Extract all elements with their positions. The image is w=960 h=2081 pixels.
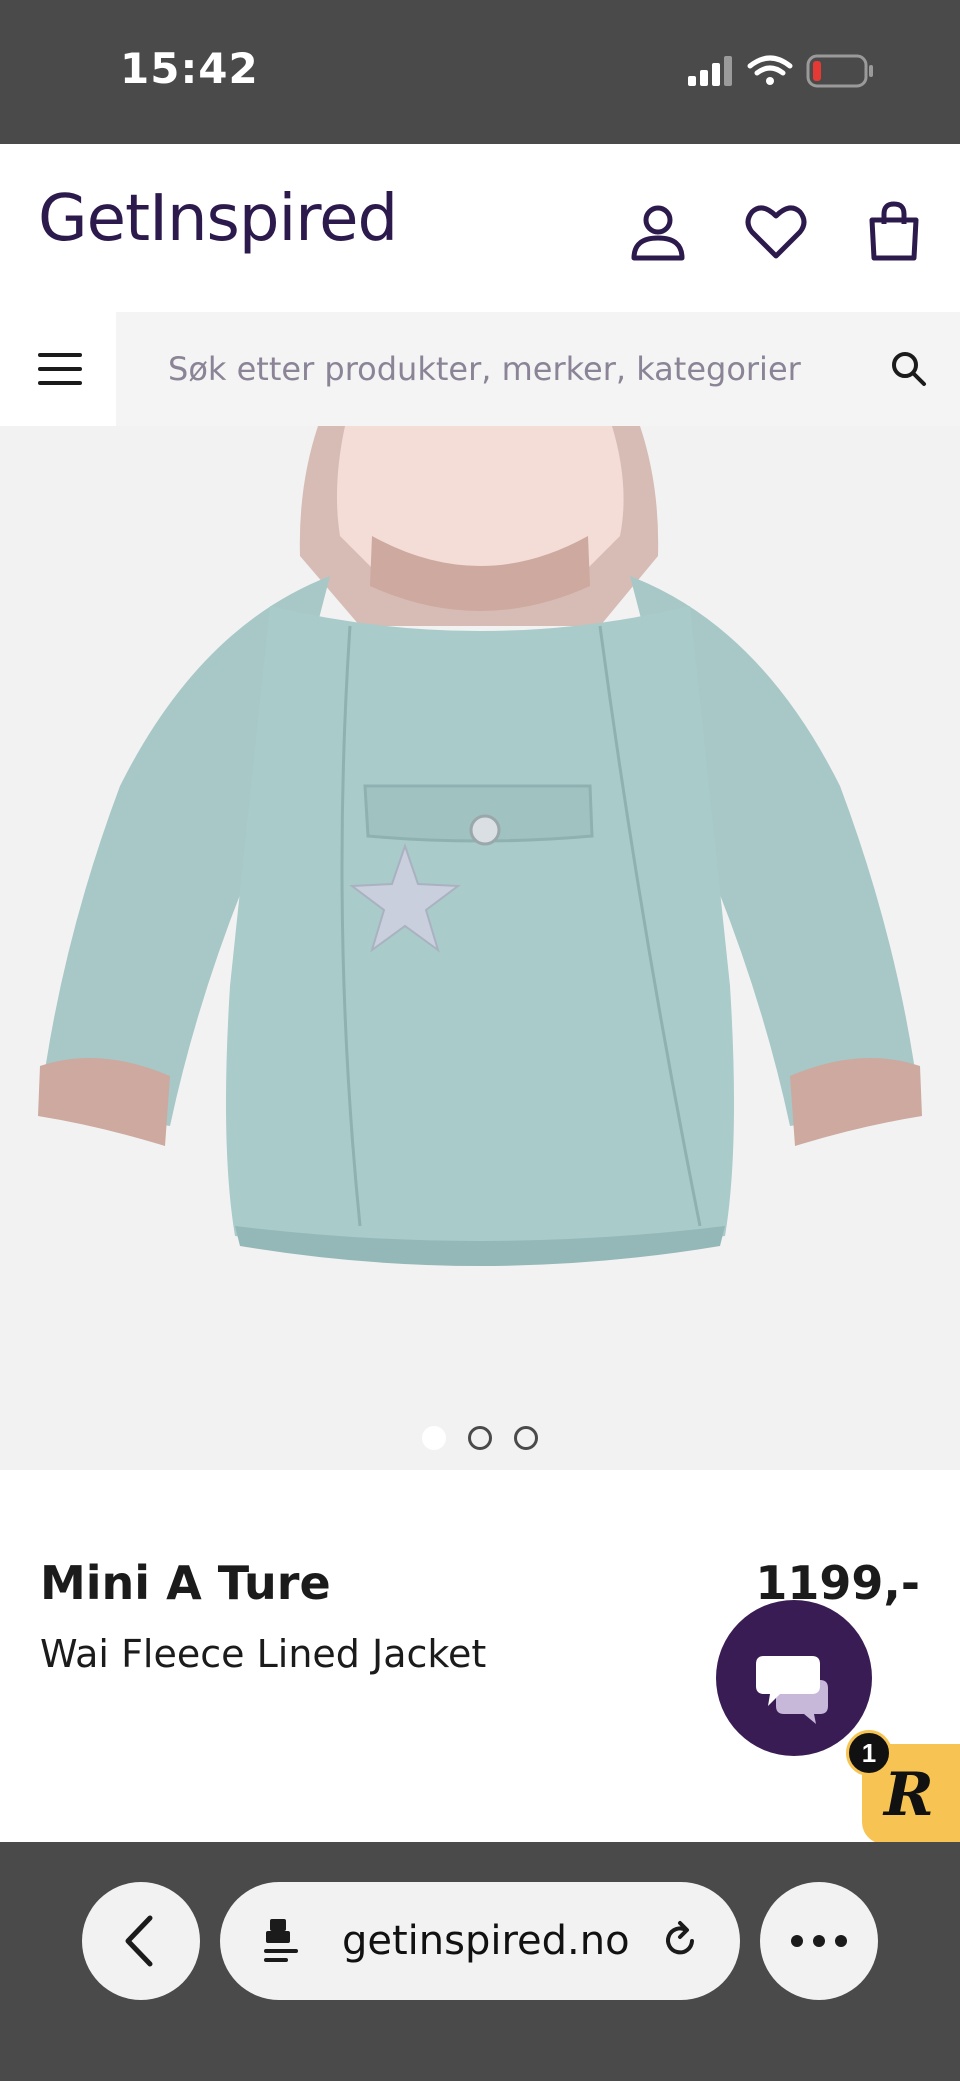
- back-button[interactable]: [82, 1882, 200, 2000]
- gallery-dot-2[interactable]: [468, 1426, 492, 1450]
- gallery-dot-1[interactable]: [422, 1426, 446, 1450]
- address-bar[interactable]: getinspired.no: [220, 1882, 740, 2000]
- chat-button[interactable]: [716, 1600, 872, 1756]
- site-logo[interactable]: GetInspired: [38, 182, 398, 256]
- signal-icon: [688, 56, 732, 86]
- search-input[interactable]: Søk etter produkter, merker, kategorier: [116, 312, 960, 426]
- site-header: GetInspired: [0, 144, 960, 310]
- search-row: Søk etter produkter, merker, kategorier: [0, 312, 960, 428]
- more-button[interactable]: [760, 1882, 878, 2000]
- status-icons: [680, 50, 880, 99]
- more-icon: [791, 1935, 847, 1947]
- rewards-widget[interactable]: 1 R: [846, 1730, 960, 1844]
- cart-icon[interactable]: [862, 200, 926, 264]
- browser-toolbar: getinspired.no: [0, 1842, 960, 2081]
- back-icon: [125, 1915, 153, 1967]
- status-bar: 15:42: [0, 0, 960, 144]
- heart-icon[interactable]: [744, 200, 808, 264]
- account-icon[interactable]: [626, 200, 690, 264]
- product-gallery[interactable]: [0, 426, 960, 1470]
- chat-icon: [756, 1656, 828, 1724]
- product-brand[interactable]: Mini A Ture: [40, 1556, 331, 1610]
- gallery-dot-3[interactable]: [514, 1426, 538, 1450]
- wifi-icon: [747, 55, 793, 85]
- product-jacket-image: [38, 426, 922, 1266]
- page-settings-icon[interactable]: [256, 1911, 316, 1971]
- status-time: 15:42: [120, 44, 259, 93]
- reload-icon[interactable]: [656, 1917, 704, 1965]
- battery-icon: [806, 54, 873, 88]
- search-icon[interactable]: [888, 348, 930, 395]
- menu-button[interactable]: [0, 312, 116, 426]
- gallery-pagination: [0, 1426, 960, 1455]
- rewards-logo: R: [884, 1760, 934, 1830]
- product-name: Wai Fleece Lined Jacket: [40, 1632, 487, 1676]
- menu-icon: [38, 353, 82, 385]
- url-text: getinspired.no: [342, 1918, 630, 1964]
- search-placeholder: Søk etter produkter, merker, kategorier: [168, 350, 801, 388]
